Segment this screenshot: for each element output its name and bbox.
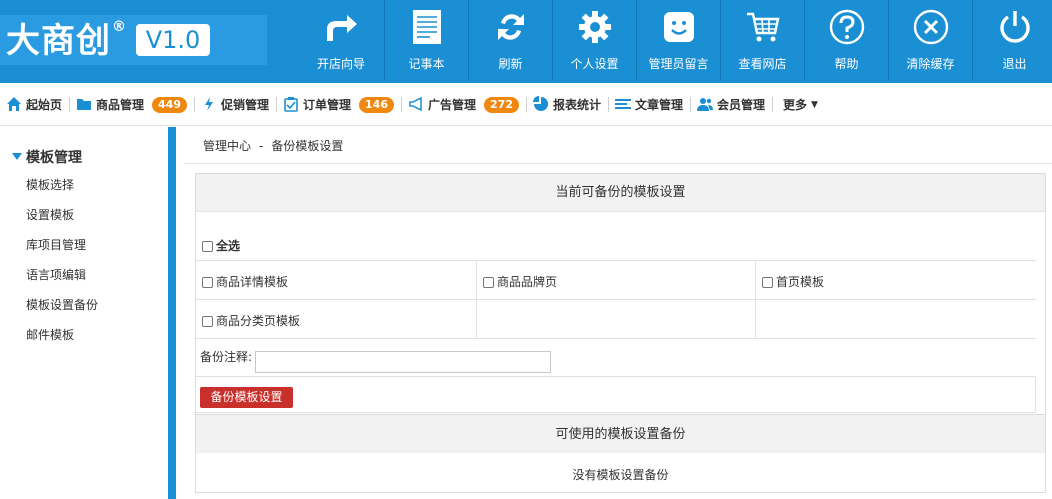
top-toolbar: 开店向导 记事本 刷新 个人设置 管理员留言 查看网店 帮助 清除缓存 退出 — [298, 0, 1052, 80]
available-backups-title: 可使用的模板设置备份 — [196, 414, 1045, 453]
tool-open-store-guide[interactable]: 开店向导 — [298, 0, 384, 80]
tool-label: 退出 — [1002, 57, 1027, 71]
breadcrumb-root[interactable]: 管理中心 — [203, 139, 251, 153]
pie-chart-icon — [532, 96, 548, 111]
tool-label: 个人设置 — [570, 57, 619, 71]
sidebar-item-library[interactable]: 库项目管理 — [26, 237, 98, 267]
orders-count-badge: 146 — [359, 96, 394, 113]
logo: 大商创 ® V1.0 — [0, 15, 267, 65]
chevron-down-icon: ▼ — [811, 99, 818, 110]
template-checkbox-goods-detail[interactable]: 商品详情模板 — [196, 261, 476, 300]
clipboard-icon — [284, 97, 298, 112]
template-checkbox-brand[interactable]: 商品品牌页 — [476, 261, 755, 300]
message-face-icon — [659, 8, 699, 46]
empty-cell — [476, 300, 755, 339]
version-badge: V1.0 — [136, 24, 210, 56]
main-content: 管理中心 - 备份模板设置 当前可备份的模板设置 全选 商品详情模板 商品品牌页 首… — [184, 127, 1052, 499]
backup-note-input[interactable] — [255, 351, 551, 373]
nav-label: 会员管理 — [717, 98, 766, 112]
tool-label: 帮助 — [834, 57, 859, 71]
nav-orders[interactable]: 订单管理 146 — [277, 83, 402, 126]
select-all-checkbox[interactable]: 全选 — [202, 237, 240, 254]
nav-label: 报表统计 — [552, 98, 601, 112]
backup-note-label: 备份注释: — [200, 350, 253, 364]
help-icon — [827, 8, 867, 46]
divider — [184, 163, 1052, 164]
ads-count-badge: 272 — [484, 96, 519, 113]
tool-refresh[interactable]: 刷新 — [468, 0, 552, 80]
table-row: 商品详情模板 商品品牌页 首页模板 — [196, 260, 1036, 300]
button-row — [196, 376, 1036, 413]
tool-label: 管理员留言 — [648, 57, 709, 71]
list-icon — [615, 99, 631, 109]
template-checkbox-home[interactable]: 首页模板 — [755, 261, 1036, 300]
tool-label: 开店向导 — [316, 57, 365, 71]
share-arrow-icon — [321, 8, 361, 46]
nav-ads[interactable]: 广告管理 272 — [402, 83, 527, 126]
caret-down-icon — [12, 153, 22, 160]
tool-logout[interactable]: 退出 — [972, 0, 1052, 80]
top-header: 大商创 ® V1.0 开店向导 记事本 刷新 个人设置 管理员留言 查看网店 帮… — [0, 0, 1052, 80]
tool-view-store[interactable]: 查看网店 — [720, 0, 804, 80]
breadcrumb-sep: - — [259, 139, 264, 153]
clear-cache-icon — [911, 8, 951, 46]
table-row: 商品分类页模板 — [196, 299, 1036, 339]
sidebar-item-language[interactable]: 语言项编辑 — [26, 267, 98, 297]
tool-clear-cache[interactable]: 清除缓存 — [888, 0, 972, 80]
megaphone-icon — [409, 96, 422, 112]
registered-mark: ® — [112, 19, 126, 35]
nav-promotion[interactable]: 促销管理 — [195, 83, 278, 126]
nav-more[interactable]: 更多 ▼ — [773, 83, 826, 126]
nav-home[interactable]: 起始页 — [0, 83, 71, 126]
nav-label: 订单管理 — [303, 98, 352, 112]
nav-label: 更多 — [783, 98, 808, 112]
sidebar-item-mail-template[interactable]: 邮件模板 — [26, 327, 98, 357]
sidebar-item-template-select[interactable]: 模板选择 — [26, 177, 98, 207]
panel-title: 当前可备份的模板设置 — [196, 174, 1045, 212]
breadcrumb-current: 备份模板设置 — [271, 139, 344, 153]
tool-label: 记事本 — [408, 57, 445, 71]
backup-template-button[interactable]: 备份模板设置 — [200, 387, 293, 408]
nav-members[interactable]: 会员管理 — [691, 83, 774, 126]
folder-icon — [77, 99, 92, 110]
brand-name: 大商创 — [6, 21, 111, 61]
template-checkbox-category[interactable]: 商品分类页模板 — [196, 300, 476, 339]
shopping-cart-icon — [743, 8, 783, 46]
nav-label: 起始页 — [26, 98, 63, 112]
nav-reports[interactable]: 报表统计 — [527, 83, 610, 126]
no-backups-text: 没有模板设置备份 — [572, 468, 669, 482]
sidebar: 模板管理 模板选择 设置模板 库项目管理 语言项编辑 模板设置备份 邮件模板 — [0, 127, 176, 499]
nav-label: 广告管理 — [428, 98, 477, 112]
nav-label: 促销管理 — [221, 98, 270, 112]
empty-cell — [755, 300, 1036, 339]
tool-personal-settings[interactable]: 个人设置 — [552, 0, 636, 80]
sidebar-title[interactable]: 模板管理 — [12, 147, 82, 167]
nav-label: 商品管理 — [96, 98, 145, 112]
breadcrumb: 管理中心 - 备份模板设置 — [203, 137, 343, 154]
power-icon — [995, 8, 1035, 46]
sidebar-item-template-backup[interactable]: 模板设置备份 — [26, 297, 98, 327]
sidebar-item-set-template[interactable]: 设置模板 — [26, 207, 98, 237]
nav-label: 文章管理 — [635, 98, 684, 112]
tool-admin-message[interactable]: 管理员留言 — [636, 0, 720, 80]
nav-articles[interactable]: 文章管理 — [609, 83, 692, 126]
tool-notepad[interactable]: 记事本 — [384, 0, 468, 80]
tool-label: 查看网店 — [738, 57, 787, 71]
main-nav: 起始页 商品管理 449 促销管理 订单管理 146 广告管理 272 报表统计… — [0, 80, 1052, 126]
tool-label: 刷新 — [498, 57, 523, 71]
divider — [196, 338, 1036, 339]
gear-icon — [575, 8, 615, 46]
goods-count-badge: 449 — [152, 96, 187, 113]
backup-panel: 当前可备份的模板设置 全选 商品详情模板 商品品牌页 首页模板 商品分类页模板 … — [195, 173, 1046, 493]
home-icon — [7, 97, 21, 111]
tool-label: 清除缓存 — [906, 57, 955, 71]
users-icon — [697, 98, 714, 111]
nav-goods[interactable]: 商品管理 449 — [70, 83, 195, 126]
lightning-icon — [205, 97, 213, 111]
notepad-icon — [407, 8, 447, 46]
template-grid: 商品详情模板 商品品牌页 首页模板 商品分类页模板 — [196, 260, 1036, 339]
sidebar-list: 模板选择 设置模板 库项目管理 语言项编辑 模板设置备份 邮件模板 — [26, 177, 98, 357]
refresh-icon — [491, 8, 531, 46]
tool-help[interactable]: 帮助 — [804, 0, 888, 80]
